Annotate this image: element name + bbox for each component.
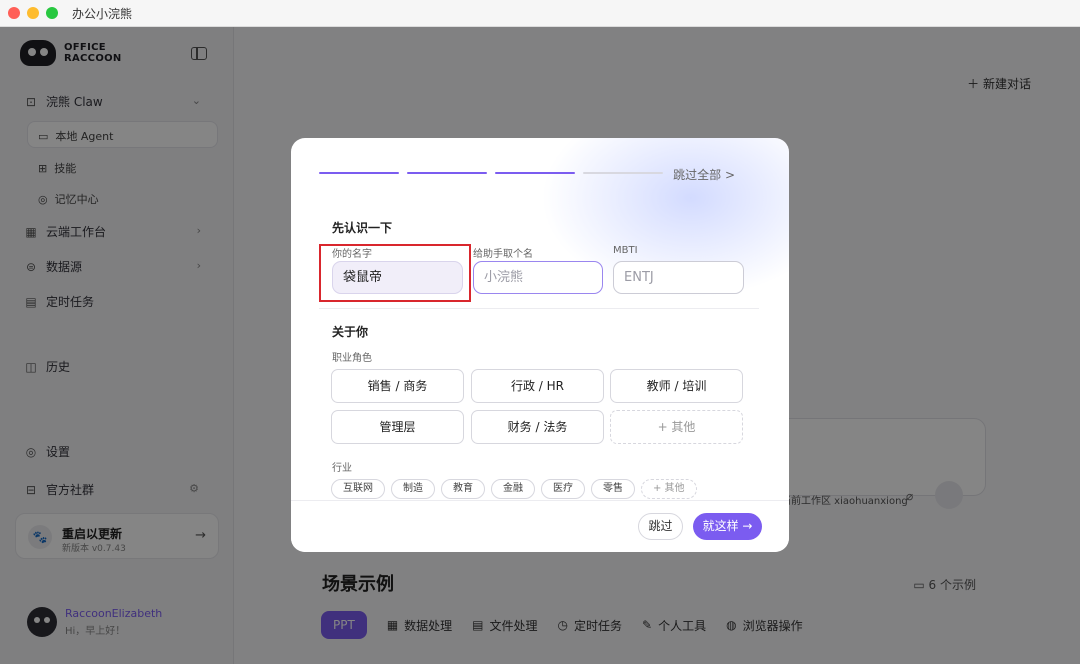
role-option-sales[interactable]: 销售 / 商务 <box>331 369 464 403</box>
industry-chip-retail[interactable]: 零售 <box>591 479 635 499</box>
maximize-window-button[interactable] <box>46 7 58 19</box>
onboarding-dialog: 跳过全部 > 先认识一下 你的名字 袋鼠帝 给助手取个名 小浣熊 MBTI EN… <box>291 138 789 552</box>
industry-chip-internet[interactable]: 互联网 <box>331 479 385 499</box>
industry-chip-manufacturing[interactable]: 制造 <box>391 479 435 499</box>
role-label: 职业角色 <box>332 353 372 364</box>
role-option-teacher[interactable]: 教师 / 培训 <box>610 369 743 403</box>
assistant-name-field[interactable]: 小浣熊 <box>473 261 603 294</box>
skip-all-link[interactable]: 跳过全部 > <box>673 166 735 183</box>
industry-chip-finance[interactable]: 金融 <box>491 479 535 499</box>
industry-chips: 互联网 制造 教育 金融 医疗 零售 + 其他 <box>331 479 697 499</box>
role-option-management[interactable]: 管理层 <box>331 410 464 444</box>
window-controls <box>8 7 58 19</box>
confirm-button[interactable]: 就这样 → <box>693 513 762 540</box>
industry-chip-education[interactable]: 教育 <box>441 479 485 499</box>
progress-step-3 <box>495 172 575 174</box>
industry-chip-medical[interactable]: 医疗 <box>541 479 585 499</box>
section-divider <box>319 308 759 309</box>
progress-step-2 <box>407 172 487 174</box>
mbti-label: MBTI <box>613 245 638 256</box>
minimize-window-button[interactable] <box>27 7 39 19</box>
progress-step-4 <box>583 172 663 174</box>
assistant-name-label: 给助手取个名 <box>473 249 533 260</box>
about-section-title: 关于你 <box>332 325 369 339</box>
industry-chip-other[interactable]: + 其他 <box>641 479 697 499</box>
role-option-other[interactable]: + 其他 <box>610 410 743 444</box>
mbti-field[interactable]: ENTJ <box>613 261 744 294</box>
step-progress <box>319 172 663 174</box>
industry-label: 行业 <box>332 463 352 474</box>
dialog-footer: 跳过 就这样 → <box>291 500 789 552</box>
intro-section-title: 先认识一下 <box>332 221 393 235</box>
role-option-admin-hr[interactable]: 行政 / HR <box>471 369 604 403</box>
window-title: 办公小浣熊 <box>72 6 133 21</box>
annotation-highlight-box <box>319 244 471 302</box>
progress-step-1 <box>319 172 399 174</box>
role-option-finance-legal[interactable]: 财务 / 法务 <box>471 410 604 444</box>
window-titlebar: 办公小浣熊 <box>0 0 1080 27</box>
skip-button[interactable]: 跳过 <box>638 513 683 540</box>
close-window-button[interactable] <box>8 7 20 19</box>
